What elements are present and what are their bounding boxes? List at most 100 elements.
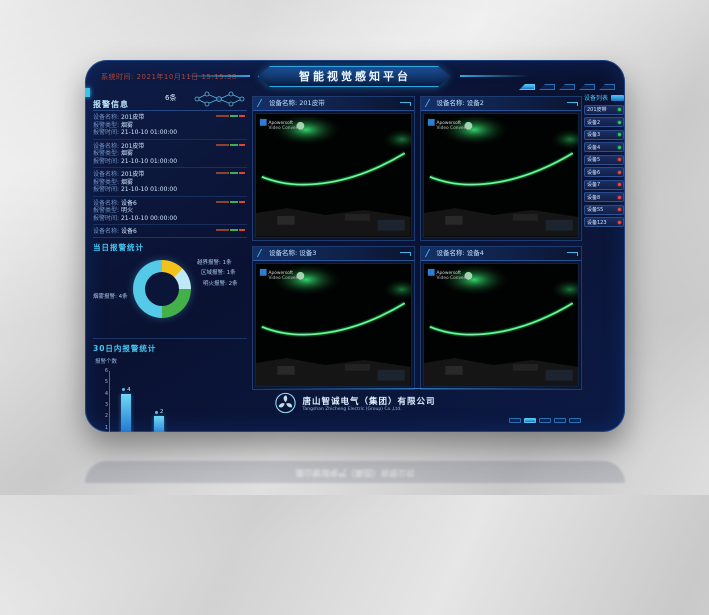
- nav-button[interactable]: [599, 84, 615, 90]
- video-panel[interactable]: 设备名称: 设备4: [420, 246, 583, 391]
- video-device-name: 设备3: [299, 249, 316, 257]
- view-layout-button[interactable]: [509, 418, 521, 423]
- donut-label: 明火报警: 2条: [203, 279, 238, 287]
- edge-notch-decoration: [85, 88, 90, 97]
- company-name-en: Tangshan Zhicheng Electric (Group) Co.,L…: [302, 407, 435, 412]
- donut-label: 烟雾报警: 4条: [93, 292, 128, 300]
- device-list-item[interactable]: 201皮带: [584, 105, 624, 115]
- svg-text:Video Converter: Video Converter: [269, 125, 304, 131]
- nav-button[interactable]: [559, 84, 575, 90]
- y-axis-tick: 6: [96, 368, 108, 374]
- alarm-time-value: 21-10-10 01:00:00: [121, 158, 177, 165]
- device-status-dot: [618, 121, 621, 124]
- alarm-list-item[interactable]: 设备名称: 201皮带 报警类型: 烟雾 报警时间: 21-10-10 01:0…: [93, 168, 247, 197]
- alarm-count-badge: 6条: [165, 93, 176, 103]
- main-nav: [519, 84, 615, 90]
- donut-label: 区域报警: 1条: [201, 268, 236, 276]
- video-feed[interactable]: Apowersoft Video Converter: [423, 263, 580, 388]
- alarm-panel-title: 报警信息: [93, 100, 129, 109]
- device-list-header: 设备列表: [584, 93, 624, 102]
- alarm-type-value: 烟雾: [121, 179, 133, 186]
- nav-button[interactable]: [519, 84, 535, 90]
- alarm-severity-meter: [216, 201, 245, 203]
- alarm-time-value: 21-10-10 01:00:00: [121, 186, 177, 193]
- video-frame-image: Apowersoft Video Converter: [424, 264, 579, 387]
- nav-button[interactable]: [579, 84, 595, 90]
- today-alarm-stats: 当日报警统计 越界报警: 1条 区域报警: 1条 明火报警: 2条 烟雾报警: …: [93, 237, 247, 336]
- alarm-severity-meter: [216, 115, 245, 117]
- device-status-dot: [618, 171, 621, 174]
- video-panel-header: 设备名称: 设备4: [421, 247, 582, 261]
- alarm-time-label: 报警时间:: [93, 186, 119, 193]
- alarm-severity-meter: [216, 229, 245, 231]
- device-name: 设备123: [587, 219, 607, 226]
- device-list-item[interactable]: 设备4: [584, 142, 624, 152]
- device-list: 201皮带 设备2 设备3 设备4 设备5 设备6: [584, 105, 624, 228]
- view-layout-button[interactable]: [524, 418, 536, 423]
- device-list-item[interactable]: 设备2: [584, 117, 624, 127]
- video-grid: 设备名称: 201皮带: [252, 96, 582, 390]
- view-layout-button[interactable]: [539, 418, 551, 423]
- video-name-label: 设备名称:: [437, 249, 465, 257]
- video-frame-image: Apowersoft Video Converter: [424, 114, 579, 237]
- alarm-severity-meter: [216, 172, 245, 174]
- alarm-list-item[interactable]: 设备名称: 设备6 报警类型: 明火 报警时间: 21-10-10 00:00:…: [93, 197, 247, 226]
- device-status-dot: [618, 221, 621, 224]
- title-flank-line: [460, 75, 530, 77]
- video-panel-header: 设备名称: 201皮带: [253, 97, 414, 111]
- svg-text:Apowersoft: Apowersoft: [436, 269, 461, 275]
- alarm-type-label: 报警类型:: [93, 207, 119, 214]
- donut-label: 越界报警: 1条: [197, 258, 232, 266]
- device-list-item[interactable]: 设备3: [584, 130, 624, 140]
- video-feed[interactable]: Apowersoft Video Converter: [255, 113, 412, 238]
- video-panel[interactable]: 设备名称: 201皮带: [252, 96, 415, 241]
- device-name: 201皮带: [587, 106, 607, 113]
- video-device-name: 设备2: [467, 99, 484, 107]
- alarm-device-name: 201皮带: [121, 143, 144, 150]
- video-panel[interactable]: 设备名称: 设备3: [252, 246, 415, 391]
- alarm-type-value: 烟雾: [121, 122, 133, 129]
- video-feed[interactable]: Apowersoft Video Converter: [255, 263, 412, 388]
- device-name: 设备4: [587, 144, 600, 151]
- svg-text:Apowersoft: Apowersoft: [436, 120, 461, 126]
- alarm-list-item[interactable]: 设备名称: 201皮带 报警类型: 烟雾 报警时间: 21-10-10 01:0…: [93, 140, 247, 169]
- svg-text:Video Converter: Video Converter: [436, 125, 471, 131]
- view-layout-button[interactable]: [554, 418, 566, 423]
- nav-button[interactable]: [539, 84, 555, 90]
- alarm-time-value: 21-10-10 00:00:00: [121, 215, 177, 222]
- alarm-time-label: 报警时间:: [93, 215, 119, 222]
- alarm-device-name: 201皮带: [121, 171, 144, 178]
- device-name: 设备55: [587, 206, 603, 213]
- video-panel[interactable]: 设备名称: 设备2: [420, 96, 583, 241]
- video-feed[interactable]: Apowersoft Video Converter: [423, 113, 580, 238]
- device-list-item[interactable]: 设备7: [584, 180, 624, 190]
- device-name: 设备7: [587, 181, 600, 188]
- device-list-item[interactable]: 设备8: [584, 192, 624, 202]
- device-status-dot: [618, 146, 621, 149]
- alarm-list-item[interactable]: 设备名称: 设备6 报警类型: 烟雾 报警时间: 21-10-10 00:00:…: [93, 225, 247, 235]
- alarm-type-value: 明火: [121, 207, 133, 214]
- alarm-list: 设备名称: 201皮带 报警类型: 烟雾 报警时间: 21-10-10 01:0…: [93, 111, 247, 235]
- device-list-item[interactable]: 设备5: [584, 155, 624, 165]
- svg-text:Video Converter: Video Converter: [269, 275, 304, 281]
- molecule-decoration-icon: [191, 89, 247, 109]
- device-list-item[interactable]: 设备6: [584, 167, 624, 177]
- page-title: 智能视觉感知平台: [258, 66, 452, 87]
- video-panel-header: 设备名称: 设备3: [253, 247, 414, 261]
- device-list-action-button[interactable]: [611, 95, 624, 101]
- alarm-type-label: 报警类型:: [93, 150, 119, 157]
- footer: 唐山智诚电气（集团）有限公司 Tangshan Zhicheng Electri…: [85, 386, 625, 426]
- system-time: 系统时间: 2021年10月11日 15:15:38: [101, 72, 237, 82]
- company-name-cn: 唐山智诚电气（集团）有限公司: [302, 395, 435, 407]
- alarm-list-item[interactable]: 设备名称: 201皮带 报警类型: 烟雾 报警时间: 21-10-10 01:0…: [93, 111, 247, 140]
- alarm-header: 报警信息 6条: [93, 92, 247, 111]
- alarm-name-label: 设备名称:: [93, 200, 119, 207]
- svg-text:Apowersoft: Apowersoft: [269, 269, 294, 275]
- view-layout-button[interactable]: [569, 418, 581, 423]
- device-list-item[interactable]: 设备123: [584, 217, 624, 227]
- alarm-name-label: 设备名称:: [93, 171, 119, 178]
- alarm-name-label: 设备名称:: [93, 114, 119, 121]
- alarm-device-name: 设备6: [121, 228, 137, 235]
- device-list-item[interactable]: 设备55: [584, 205, 624, 215]
- alarm-type-label: 报警类型:: [93, 122, 119, 129]
